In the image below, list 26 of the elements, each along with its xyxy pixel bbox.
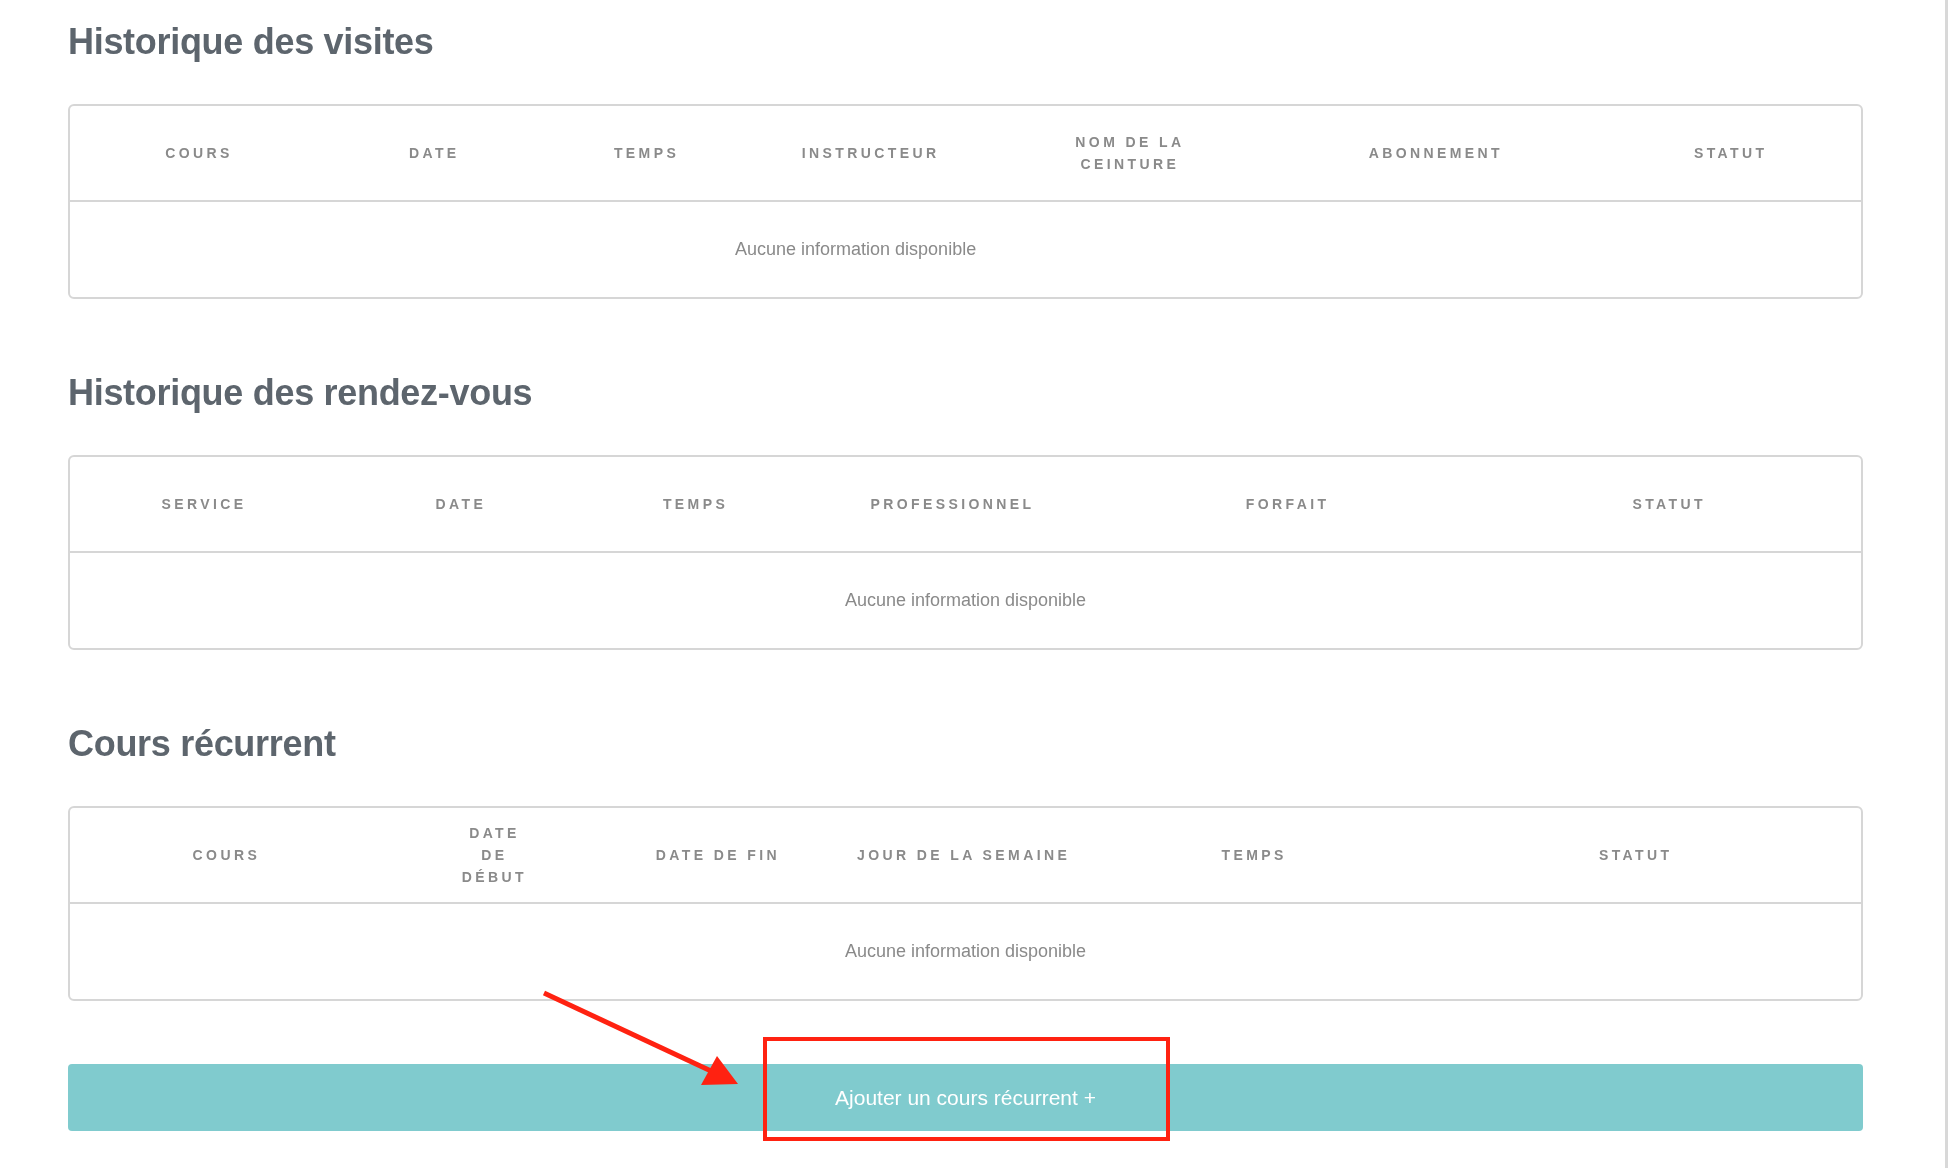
- add-recurring-class-button[interactable]: Ajouter un cours récurrent +: [68, 1064, 1863, 1131]
- column-header: NOM DE LA CEINTURE: [1074, 133, 1186, 174]
- column-header: JOUR DE LA SEMAINE: [857, 846, 1071, 865]
- column-header: FORFAIT: [1245, 495, 1330, 514]
- section-heading: Historique des rendez-vous: [68, 371, 534, 415]
- column-header: DATE: [435, 495, 487, 514]
- section-heading: Historique des visites: [68, 20, 435, 64]
- column-header: TEMPS: [613, 144, 680, 163]
- column-header: STATUT: [1632, 495, 1706, 514]
- column-header: DATE DE DÉBUT: [460, 824, 529, 887]
- column-header: DATE: [408, 144, 460, 163]
- section-heading: Cours récurrent: [68, 722, 337, 766]
- column-header: TEMPS: [1221, 846, 1287, 865]
- column-header: COURS: [165, 144, 233, 163]
- empty-message: Aucune information disponible: [735, 239, 977, 260]
- column-header: TEMPS: [662, 495, 729, 514]
- column-header: STATUT: [1693, 144, 1768, 163]
- column-header: COURS: [192, 846, 261, 865]
- column-header: SERVICE: [161, 495, 247, 514]
- column-header: PROFESSIONNEL: [870, 495, 1035, 514]
- column-header: DATE DE FIN: [655, 846, 780, 865]
- column-header: INSTRUCTEUR: [801, 144, 940, 163]
- empty-message: Aucune information disponible: [844, 590, 1087, 611]
- column-header: ABONNEMENT: [1368, 144, 1504, 163]
- column-header: STATUT: [1598, 846, 1673, 865]
- empty-message: Aucune information disponible: [844, 941, 1087, 962]
